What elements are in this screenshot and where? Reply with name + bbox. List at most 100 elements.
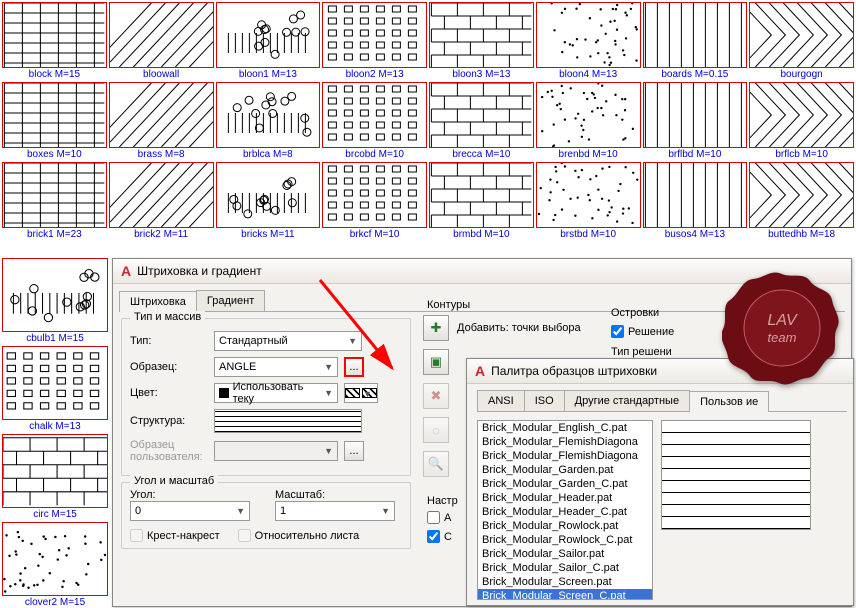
group-angle-scale: Угол и масштаб Угол: 0 ▼ Масштаб: 1 ▼ Кр… xyxy=(121,482,411,549)
pattern-cell-bricks[interactable]: bricks M=11 xyxy=(216,162,321,240)
pattern-preview xyxy=(2,82,107,148)
add-select-objects-button[interactable]: ▣ xyxy=(423,349,449,375)
pattern-file-item[interactable]: Brick_Modular_Header.pat xyxy=(478,491,652,505)
boundaries-title: Контуры xyxy=(427,299,623,311)
pattern-cell-brick1[interactable]: brick1 M=23 xyxy=(2,162,107,240)
pattern-file-item[interactable]: Brick_Modular_Header_C.pat xyxy=(478,505,652,519)
pattern-preview xyxy=(643,162,748,228)
pattern-file-item[interactable]: Brick_Modular_Garden.pat xyxy=(478,463,652,477)
pattern-file-item[interactable]: Brick_Modular_Screen_C.pat xyxy=(478,589,652,600)
structure-preview[interactable] xyxy=(214,409,362,433)
color-pattern-button[interactable]: ▼ xyxy=(344,383,378,403)
pattern-file-item[interactable]: Brick_Modular_Rowlock_C.pat xyxy=(478,533,652,547)
combo-pattern[interactable]: ANGLE ▼ xyxy=(214,357,338,377)
pattern-caption: clover2 M=15 xyxy=(2,597,108,608)
pattern-cell-bourgogn[interactable]: bourgogn xyxy=(749,2,854,80)
pattern-file-item[interactable]: Brick_Modular_FlemishDiagona xyxy=(478,449,652,463)
tab-ansi[interactable]: ANSI xyxy=(477,390,525,411)
pattern-caption: bloowall xyxy=(109,69,214,80)
combo-scale[interactable]: 1 ▼ xyxy=(275,501,395,521)
pattern-cell-bloon4[interactable]: bloon4 M=13 xyxy=(536,2,641,80)
pattern-cell-busos4[interactable]: busos4 M=13 xyxy=(643,162,748,240)
add-pick-points-label: Добавить: точки выбора xyxy=(457,322,581,334)
pattern-caption: boards M=0.15 xyxy=(643,69,748,80)
chevron-down-icon: ▼ xyxy=(324,388,333,398)
combo-color[interactable]: Использовать теку ▼ xyxy=(214,383,338,403)
pattern-preview xyxy=(2,346,108,420)
combo-type[interactable]: Стандартный ▼ xyxy=(214,331,362,351)
pattern-preview xyxy=(2,162,107,228)
add-pick-points-button[interactable]: ✚ xyxy=(423,315,449,341)
pattern-cell-brflbd[interactable]: brflbd M=10 xyxy=(643,82,748,160)
pattern-caption: bricks M=11 xyxy=(216,229,321,240)
pattern-file-item[interactable]: Brick_Modular_Sailor.pat xyxy=(478,547,652,561)
pattern-cell-chalk[interactable]: chalk M=13 xyxy=(2,346,108,432)
pattern-cell-boards[interactable]: boards M=0.15 xyxy=(643,2,748,80)
tab-user[interactable]: Пользов ие xyxy=(689,391,769,412)
pattern-file-item[interactable]: Brick_Modular_FlemishDiagona xyxy=(478,435,652,449)
pattern-preview xyxy=(749,162,854,228)
label-angle: Угол: xyxy=(130,489,257,501)
pattern-caption: bloon4 M=13 xyxy=(536,69,641,80)
tab-hatch[interactable]: Штриховка xyxy=(119,291,197,312)
pattern-file-item[interactable]: Brick_Modular_English_C.pat xyxy=(478,421,652,435)
check-cross[interactable]: Крест-накрест xyxy=(130,529,220,542)
pattern-cell-circ[interactable]: circ M=15 xyxy=(2,434,108,520)
pattern-cell-bloon1[interactable]: bloon1 M=13 xyxy=(216,2,321,80)
pattern-preview xyxy=(216,2,321,68)
pattern-caption: chalk M=13 xyxy=(2,421,108,432)
pattern-cell-bloowall[interactable]: bloowall xyxy=(109,2,214,80)
pattern-file-list[interactable]: Brick_Modular_English_C.patBrick_Modular… xyxy=(477,420,653,600)
svg-text:LAV: LAV xyxy=(767,312,798,329)
pattern-cell-brass[interactable]: brass M=8 xyxy=(109,82,214,160)
pattern-file-item[interactable]: Brick_Modular_Garden_C.pat xyxy=(478,477,652,491)
tab-other[interactable]: Другие стандартные xyxy=(564,390,690,411)
pattern-preview xyxy=(109,82,214,148)
pattern-file-item[interactable]: Brick_Modular_Sailor_C.pat xyxy=(478,561,652,575)
pattern-preview xyxy=(2,522,108,596)
label-type: Тип: xyxy=(130,335,208,347)
pattern-caption: brass M=8 xyxy=(109,149,214,160)
pattern-cell-cbulb1[interactable]: cbulb1 M=15 xyxy=(2,258,108,344)
pattern-caption: brecca M=10 xyxy=(429,149,534,160)
combo-pattern-value: ANGLE xyxy=(219,361,256,373)
pattern-cell-brstbd[interactable]: brstbd M=10 xyxy=(536,162,641,240)
pattern-cell-brflcb[interactable]: brflcb M=10 xyxy=(749,82,854,160)
tab-gradient[interactable]: Градиент xyxy=(196,290,265,311)
pattern-caption: bloon2 M=13 xyxy=(322,69,427,80)
pattern-preview xyxy=(661,420,811,530)
chevron-down-icon: ▼ xyxy=(381,506,390,516)
pattern-file-item[interactable]: Brick_Modular_Rowlock.pat xyxy=(478,519,652,533)
wax-seal-logo: LAV team xyxy=(722,268,842,388)
combo-user-pattern: ▼ xyxy=(214,441,338,461)
pattern-cell-bloon3[interactable]: bloon3 M=13 xyxy=(429,2,534,80)
pattern-cell-brick2[interactable]: brick2 M=11 xyxy=(109,162,214,240)
pattern-cell-buttedhb[interactable]: buttedhb M=18 xyxy=(749,162,854,240)
tab-iso[interactable]: ISO xyxy=(524,390,565,411)
pattern-cell-bloon2[interactable]: bloon2 M=13 xyxy=(322,2,427,80)
pattern-caption: brflcb M=10 xyxy=(749,149,854,160)
pattern-cell-block[interactable]: block M=15 xyxy=(2,2,107,80)
pattern-file-item[interactable]: Brick_Modular_Screen.pat xyxy=(478,575,652,589)
pattern-cell-brenbd[interactable]: brenbd M=10 xyxy=(536,82,641,160)
pattern-preview xyxy=(2,258,108,332)
browse-pattern-button[interactable]: ... xyxy=(344,357,364,377)
pattern-cell-clover2[interactable]: clover2 M=15 xyxy=(2,522,108,608)
pattern-grid-side: cbulb1 M=15 chalk M=13 circ M=15 clover2… xyxy=(2,258,108,608)
remove-boundaries-button[interactable]: ✖ xyxy=(423,383,449,409)
pattern-cell-brcobd[interactable]: brcobd M=10 xyxy=(322,82,427,160)
pattern-preview xyxy=(109,2,214,68)
pattern-cell-brmbd[interactable]: brmbd M=10 xyxy=(429,162,534,240)
browse-user-pattern-button[interactable]: ... xyxy=(344,441,364,461)
pattern-cell-brblca[interactable]: brblca M=8 xyxy=(216,82,321,160)
pattern-cell-brecca[interactable]: brecca M=10 xyxy=(429,82,534,160)
view-selections-button[interactable]: 🔍 xyxy=(423,451,449,477)
pattern-cell-brkcf[interactable]: brkcf M=10 xyxy=(322,162,427,240)
pattern-preview xyxy=(2,434,108,508)
pattern-preview xyxy=(536,2,641,68)
recreate-boundary-button[interactable]: ◌ xyxy=(423,417,449,443)
check-relative[interactable]: Относительно листа xyxy=(238,529,360,542)
pattern-cell-boxes[interactable]: boxes M=10 xyxy=(2,82,107,160)
label-user-pattern: Образец пользователя: xyxy=(130,439,208,463)
combo-angle[interactable]: 0 ▼ xyxy=(130,501,250,521)
